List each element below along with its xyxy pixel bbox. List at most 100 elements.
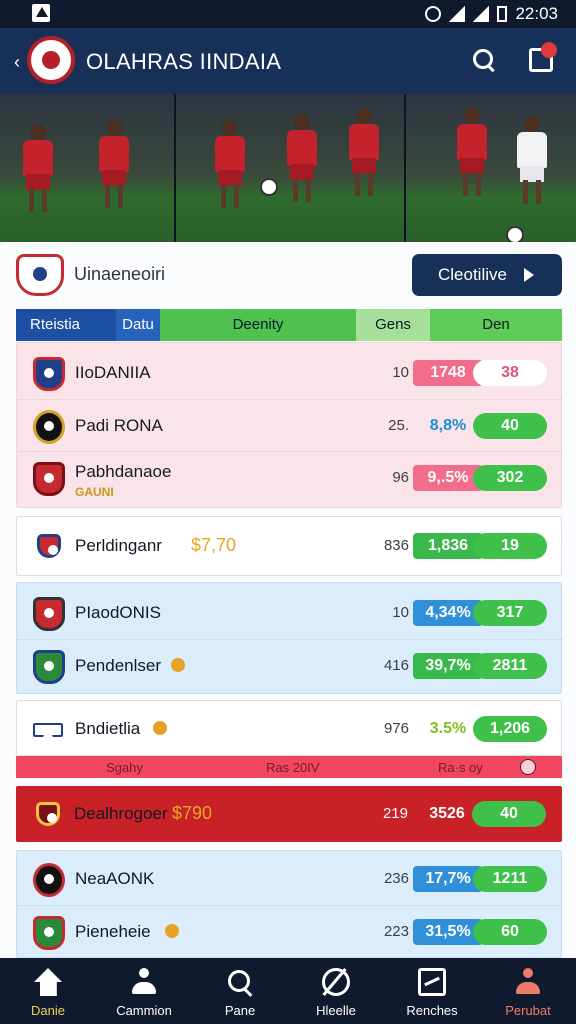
col-header[interactable]: Datu [116,309,160,341]
bottom-nav: Danie Cammion Pane Hleelle Renches Perub… [0,958,576,1024]
table-row[interactable]: PIaodONIS 10 4,34% 317 [17,587,563,639]
ball-icon [506,226,524,242]
odds-button[interactable]: 302 [473,465,547,491]
odds-button[interactable]: 317 [473,600,547,626]
table-row[interactable]: Pieneheie 223 31,5% 60 [17,905,563,957]
player-figure [346,108,382,198]
table-row[interactable]: Bndietlia 976 3.5% 1,206 [17,703,563,755]
team-number: 976 [383,720,409,737]
table-row[interactable]: Perldinganr $7,70 836 1,836 19 [17,520,563,572]
back-chevron-icon[interactable]: ‹ [14,52,20,73]
team-number: 25. [388,417,409,434]
odds-button[interactable]: 19 [473,533,547,559]
odds-button[interactable]: 2811 [473,653,547,679]
verified-check-icon [171,658,185,672]
team-subtitle: GAUNI [75,485,114,499]
col-header[interactable]: Rteistia [16,309,116,341]
team-group: Perldinganr $7,70 836 1,836 19 [16,516,562,576]
team-group: NeaAONK 236 17,7% 1211 Pieneheie 223 31,… [16,850,563,958]
table-row[interactable]: IIoDANIIA 10 1748 38 [17,347,563,399]
standings-card: Uinaeneoiri Cleotilive Rteistia Datu Dee… [0,242,576,958]
col-header[interactable]: Den [430,309,562,341]
team-badge-icon [37,534,61,558]
live-button-label: Cleotilive [438,265,507,284]
odds-button[interactable]: 38 [473,360,547,386]
col-header[interactable]: Gens [356,309,430,341]
table-row[interactable]: Pendenlser 416 39,7% 2811 [17,639,563,691]
team-group-highlight: Dealhrogoer $790 219 3526 40 [16,786,562,842]
nav-profile[interactable]: Perubat [480,958,576,1024]
team-name: Pieneheie [75,922,151,941]
team-badge-icon [33,863,65,897]
club-logo [27,36,75,84]
live-button[interactable]: Cleotilive [412,254,562,296]
team-number: 236 [383,870,409,887]
team-badge-icon [33,357,65,391]
nav-label: Cammion [116,1003,172,1018]
cart-badge [541,42,557,58]
team-number: 416 [383,657,409,674]
league-name: Uinaeneoiri [74,264,166,284]
nav-search[interactable]: Pane [192,958,288,1024]
search-icon[interactable] [473,49,495,71]
player-figure [454,108,490,198]
app-notification-icon [32,4,50,22]
ball-icon [260,178,278,196]
nav-matches[interactable]: Hleelle [288,958,384,1024]
odds-button[interactable]: 60 [473,919,547,945]
league-crest [16,254,64,296]
player-figure [96,120,132,210]
table-row[interactable]: Dealhrogoer $790 219 3526 40 [16,788,562,840]
team-name: Bndietlia [75,719,141,738]
nav-community[interactable]: Cammion [96,958,192,1024]
signal-icon-2 [473,6,490,22]
verified-check-icon [153,721,167,735]
player-figure [284,114,320,204]
table-row[interactable]: Padi RONA 25. 8,8% 40 [17,399,563,451]
team-name: Perldinganr [75,536,162,555]
status-time: 22:03 [515,4,558,23]
odds-button[interactable]: 1211 [473,866,547,892]
team-number: 10 [392,604,409,621]
team-name: Pendenlser [75,656,162,675]
odds-button[interactable]: 1,206 [473,716,547,742]
team-number: 96 [392,469,409,486]
team-number: 219 [382,805,408,822]
team-number: 836 [383,537,409,554]
ticket-icon [418,968,446,996]
odds-button[interactable]: 40 [473,413,547,439]
team-group: PIaodONIS 10 4,34% 317 Pendenlser 416 39… [16,582,563,694]
odds-button[interactable]: 40 [472,801,546,827]
team-name: Dealhrogoer [74,804,168,823]
team-group: Bndietlia 976 3.5% 1,206 [16,700,562,756]
table-row[interactable]: Pabhdanaoe GAUNI 96 9,.5% 302 [17,451,563,503]
nav-label: Danie [31,1003,65,1018]
team-number: 10 [392,364,409,381]
team-badge-icon [33,410,65,444]
player-figure [20,124,56,214]
divider-label: Ras 20IV [266,760,320,775]
search-icon [226,968,254,996]
table-row[interactable]: NeaAONK 236 17,7% 1211 [17,853,563,905]
nav-home[interactable]: Danie [0,958,96,1024]
col-header[interactable]: Deenity [160,309,356,341]
team-badge-icon [33,650,65,684]
divider-label: Ra·s oy [438,760,483,775]
team-badge-icon [33,916,65,950]
flag-icon [33,723,63,743]
divider-label: Sgahy [106,760,143,775]
nav-label: Perubat [505,1003,551,1018]
nav-label: Hleelle [316,1003,356,1018]
team-name: NeaAONK [75,869,155,888]
team-price: $790 [172,803,213,823]
play-icon [524,268,534,282]
nav-tickets[interactable]: Renches [384,958,480,1024]
team-name: IIoDANIIA [75,363,151,382]
home-icon [34,968,62,996]
team-badge-icon [36,802,60,826]
info-icon[interactable] [520,759,536,775]
team-name: Padi RONA [75,416,163,435]
hero-photo-1 [0,94,174,242]
status-bar: 22:03 [0,0,576,28]
team-number: 223 [383,923,409,940]
